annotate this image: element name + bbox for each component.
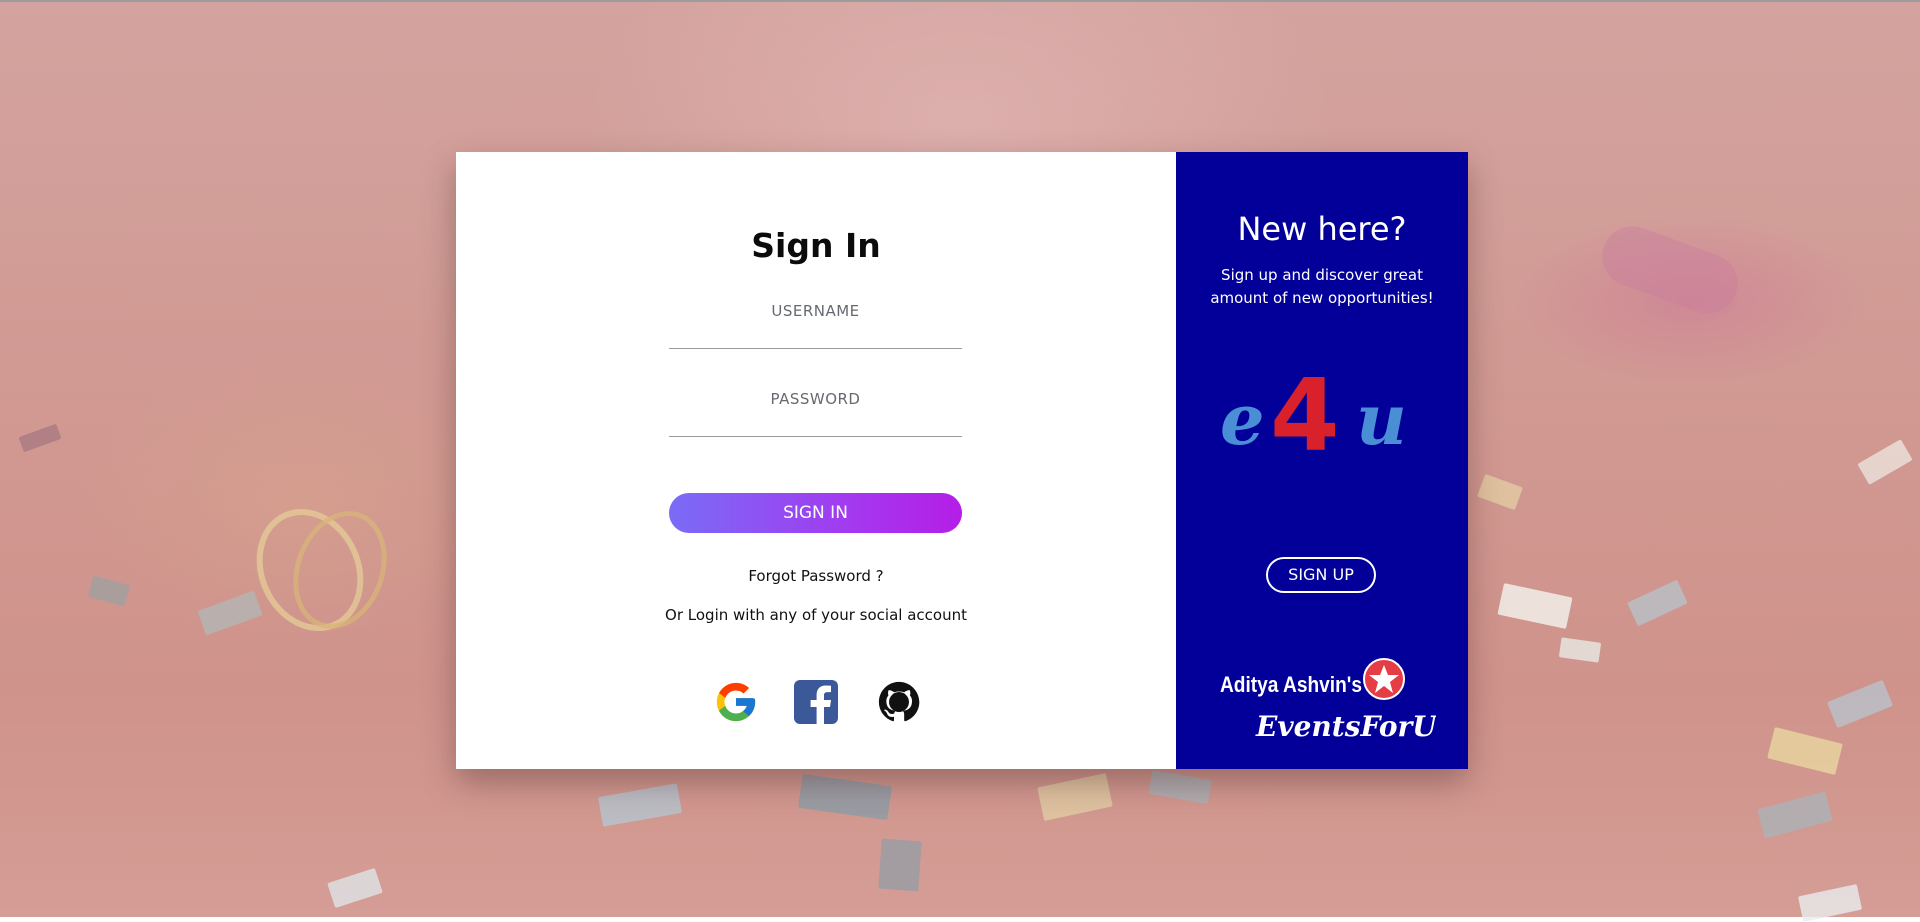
username-label: USERNAME	[771, 302, 860, 320]
signin-panel: Sign In USERNAME PASSWORD SIGN IN Forgot…	[456, 152, 1176, 769]
username-field[interactable]: USERNAME	[669, 302, 962, 349]
confetti-piece	[878, 838, 922, 892]
svg-text:4: 4	[1270, 357, 1340, 462]
username-underline	[669, 348, 962, 349]
social-login-text: Or Login with any of your social account	[665, 606, 967, 624]
confetti-piece	[598, 783, 682, 827]
svg-text:EventsForU: EventsForU	[1255, 710, 1436, 743]
confetti-piece	[1037, 773, 1113, 821]
confetti-piece	[87, 575, 131, 607]
new-here-heading: New here?	[1237, 210, 1407, 248]
signup-description: Sign up and discover great amount of new…	[1210, 266, 1434, 307]
social-login-icons	[456, 679, 1176, 727]
confetti-piece	[1826, 679, 1894, 729]
signup-panel: New here? Sign up and discover great amo…	[1176, 152, 1468, 769]
ribbon-decoration	[256, 508, 387, 632]
password-underline	[669, 436, 962, 437]
top-border	[0, 0, 1920, 2]
confetti-piece	[798, 773, 892, 821]
confetti-piece	[1497, 583, 1573, 629]
forgot-password-link[interactable]: Forgot Password ?	[456, 567, 1176, 585]
signup-button[interactable]: SIGN UP	[1266, 557, 1376, 593]
confetti-piece	[1477, 473, 1523, 511]
svg-text:Aditya Ashvin's: Aditya Ashvin's	[1220, 672, 1362, 697]
password-label: PASSWORD	[770, 390, 861, 408]
svg-text:u: u	[1356, 378, 1407, 461]
confetti-piece	[1593, 217, 1747, 323]
github-icon[interactable]	[876, 679, 922, 725]
password-field[interactable]: PASSWORD	[669, 390, 962, 437]
svg-text:e: e	[1220, 378, 1265, 461]
signin-title: Sign In	[751, 226, 881, 265]
confetti-piece	[1627, 579, 1688, 627]
signin-button[interactable]: SIGN IN	[669, 493, 962, 533]
e4u-logo: e 4 u	[1220, 357, 1407, 462]
confetti-piece	[18, 423, 62, 453]
confetti-piece	[1757, 791, 1833, 839]
confetti-piece	[1857, 439, 1913, 485]
facebook-icon[interactable]	[793, 679, 839, 725]
confetti-piece	[1148, 769, 1212, 805]
google-icon[interactable]	[713, 679, 759, 725]
confetti-piece	[327, 867, 383, 909]
brand-logo: Aditya Ashvin's EventsForU	[1220, 658, 1436, 743]
auth-card: Sign In USERNAME PASSWORD SIGN IN Forgot…	[456, 152, 1468, 769]
confetti-piece	[1767, 727, 1843, 775]
confetti-piece	[1797, 884, 1863, 922]
confetti-piece	[1558, 637, 1602, 663]
